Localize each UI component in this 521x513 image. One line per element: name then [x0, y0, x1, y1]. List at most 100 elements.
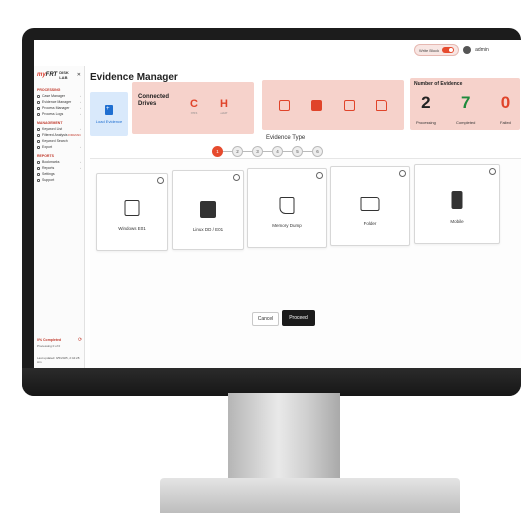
write-block-label: Write Block — [419, 47, 440, 53]
folder-icon — [360, 197, 380, 211]
sidebar-item-label: Bookmarks — [42, 160, 60, 164]
sidebar-item[interactable]: Export › — [34, 144, 84, 150]
drive-h[interactable]: H exFAT — [220, 94, 228, 115]
sidebar-item-label: Support — [42, 178, 55, 182]
cancel-button[interactable]: Cancel — [252, 312, 279, 326]
lab-name: DISK LAB — [59, 70, 69, 80]
evidence-count-card: Number of Evidence 2 Processing 7 Comple… — [410, 78, 520, 130]
chevron-right-icon: › — [80, 160, 81, 164]
chevron-right-icon: › — [80, 106, 81, 110]
sidebar-item-label: Case Manager — [42, 94, 65, 98]
count-failed: 0 Failed — [500, 93, 511, 125]
sidebar-item-label: Settings — [42, 172, 55, 176]
step-connector — [303, 151, 312, 152]
count-completed: 7 Completed — [456, 93, 476, 125]
sidebar-item-label: Filtered Analysis — [42, 133, 68, 137]
process-icon — [37, 106, 40, 110]
sidebar-item-label: Keyword List — [42, 127, 63, 131]
sidebar-item[interactable]: Process Logs › — [34, 111, 84, 117]
top-bar: Write Block admin — [414, 44, 489, 56]
chevron-right-icon: › — [80, 112, 81, 116]
mobile-icon — [451, 191, 463, 209]
step-6: 6 — [312, 146, 323, 157]
option-radio[interactable] — [157, 177, 164, 184]
evidence-tools-card — [262, 80, 404, 130]
evidence-option-linux[interactable]: Linux DD / E01 — [172, 170, 244, 250]
count-processing: 2 Processing — [416, 93, 436, 125]
step-connector — [283, 151, 292, 152]
settings-icon — [37, 172, 40, 176]
sidebar-nav: PROCESSING Case Manager › Evidence Manager ›… — [34, 86, 84, 183]
option-radio[interactable] — [399, 170, 406, 177]
sidebar-item-label: Export — [42, 145, 53, 149]
logo: myFRT DISK LAB ✕ — [34, 66, 84, 84]
processing-status: 0% Completed — [37, 338, 62, 342]
evidence-option-windows[interactable]: Windows E01 — [96, 173, 168, 251]
step-4: 4 — [272, 146, 283, 157]
evidence-option-memory[interactable]: Memory Dump — [247, 168, 327, 248]
step-connector — [223, 151, 232, 152]
step-3: 3 — [252, 146, 263, 157]
email-evidence-icon[interactable] — [278, 99, 290, 111]
evidence-icon — [37, 100, 40, 104]
sidebar-section-title: MANAGEMENT — [37, 121, 63, 125]
sidebar-item-badge: FORENSIC — [68, 133, 81, 137]
proceed-button[interactable]: Proceed — [282, 310, 315, 326]
logo-mark: myFRT — [37, 72, 58, 78]
load-evidence-label: Load Evidence — [95, 118, 123, 124]
sidebar-item-label: Evidence Manager — [42, 100, 72, 104]
app-screen: Write Block admin myFRT DISK LAB ✕ PROCE… — [34, 40, 521, 368]
chevron-right-icon: › — [80, 166, 81, 170]
chevron-right-icon: › — [80, 100, 81, 104]
close-sidebar-icon[interactable]: ✕ — [77, 72, 81, 78]
chevron-right-icon: › — [80, 127, 81, 131]
folder-icon[interactable] — [376, 99, 388, 111]
support-icon — [37, 178, 40, 182]
memory-icon — [279, 197, 295, 214]
option-radio[interactable] — [233, 174, 240, 181]
memory-card-icon[interactable] — [343, 99, 355, 111]
evidence-count-title: Number of Evidence — [414, 81, 463, 87]
user-avatar-icon[interactable] — [463, 46, 472, 54]
sidebar: myFRT DISK LAB ✕ PROCESSING Case Manager ›… — [34, 66, 85, 368]
sidebar-item-label: Process Manager — [42, 106, 70, 110]
chevron-right-icon: › — [80, 94, 81, 98]
sidebar-item-label: Keyword Search — [42, 139, 68, 143]
drive-c[interactable]: C NTFS — [190, 94, 198, 115]
connected-drives-card: Connected Drives C NTFS H exFAT — [132, 82, 254, 134]
connected-drives-title: Connected Drives — [138, 94, 170, 107]
list-icon — [37, 127, 40, 131]
disk-icon — [200, 201, 216, 218]
write-block-control[interactable]: Write Block — [414, 44, 460, 56]
write-block-toggle[interactable] — [442, 47, 455, 53]
chevron-right-icon: › — [80, 145, 81, 149]
step-2: 2 — [232, 146, 243, 157]
option-radio[interactable] — [489, 168, 496, 175]
evidence-type-title: Evidence Type — [266, 135, 306, 141]
step-connector — [243, 151, 252, 152]
export-icon — [37, 145, 40, 149]
filter-icon — [37, 133, 40, 137]
inbox-icon — [124, 200, 140, 216]
option-radio[interactable] — [316, 172, 323, 179]
briefcase-icon — [37, 94, 40, 98]
sidebar-item-label: Process Logs — [42, 112, 64, 116]
logs-icon — [37, 112, 40, 116]
monitor-chin — [22, 368, 521, 396]
refresh-icon[interactable]: ⟳ — [78, 337, 82, 343]
user-name[interactable]: admin — [475, 47, 489, 53]
add-file-icon — [105, 104, 113, 115]
last-updated: Last updated: 9/5/2025, 2:44:28 Am — [37, 356, 80, 364]
processing-status-detail: Processing 0 of 0 — [37, 344, 61, 348]
sidebar-item[interactable]: Support — [34, 177, 84, 183]
sidebar-item-label: Reports — [42, 166, 55, 170]
evidence-option-folder[interactable]: Folder — [330, 166, 410, 246]
save-icon[interactable] — [311, 99, 323, 111]
bookmark-icon — [37, 160, 40, 164]
sidebar-section-title: REPORTS — [37, 154, 54, 158]
step-indicator: 123456 — [212, 146, 323, 157]
step-connector — [263, 151, 272, 152]
evidence-option-mobile[interactable]: Mobile — [414, 164, 500, 244]
load-evidence-button[interactable]: Load Evidence — [90, 92, 128, 136]
report-icon — [37, 166, 40, 170]
